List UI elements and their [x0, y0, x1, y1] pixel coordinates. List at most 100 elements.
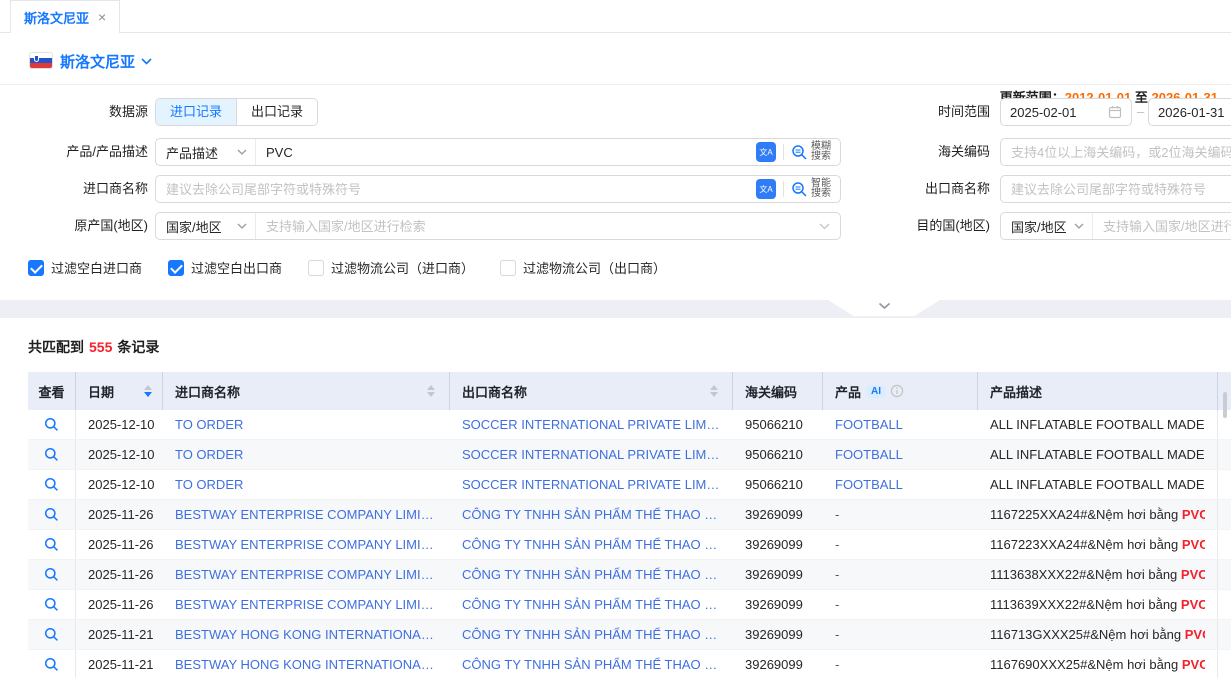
exporter-cell: SOCCER INTERNATIONAL PRIVATE LIMITED [450, 410, 733, 439]
date-cell: 2025-12-10 [76, 470, 163, 499]
sort-icons[interactable] [710, 385, 718, 397]
importer-link[interactable]: TO ORDER [175, 417, 243, 432]
header-exporter[interactable]: 出口商名称 [450, 372, 733, 410]
product-link[interactable]: - [835, 627, 839, 642]
importer-link[interactable]: TO ORDER [175, 477, 243, 492]
checkbox-filter-blank-importer[interactable]: 过滤空白进口商 [28, 258, 142, 277]
hs-code-cell: 95066210 [733, 440, 823, 469]
translate-icon[interactable]: 文A [756, 142, 776, 162]
view-record-button[interactable] [28, 530, 76, 559]
product-link[interactable]: - [835, 537, 839, 552]
hs-code-input[interactable] [1001, 145, 1231, 160]
extra-cell [1218, 620, 1231, 649]
exporter-link[interactable]: CÔNG TY TNHH SẢN PHẨM THỂ THAO GIẢ... [462, 537, 721, 552]
header-date[interactable]: 日期 [76, 372, 163, 410]
calendar-icon [1108, 105, 1122, 119]
product-link[interactable]: - [835, 507, 839, 522]
smart-search-button[interactable]: 智能搜索 [791, 179, 831, 199]
product-search-addons: 文A 模糊搜索 [747, 142, 840, 162]
hs-code-cell: 39269099 [733, 590, 823, 619]
date-cell: 2025-11-21 [76, 650, 163, 678]
table-row: 2025-11-26 BESTWAY ENTERPRISE COMPANY LI… [28, 530, 1231, 560]
view-record-button[interactable] [28, 620, 76, 649]
product-link[interactable]: - [835, 597, 839, 612]
destination-select[interactable]: 国家/地区 [1001, 213, 1093, 239]
collapse-panel-handle[interactable] [828, 300, 940, 316]
importer-link[interactable]: BESTWAY ENTERPRISE COMPANY LIMITED [175, 567, 438, 582]
product-cell: - [823, 650, 978, 678]
tab-slovenia[interactable]: 斯洛文尼亚 × [10, 0, 120, 33]
country-selector[interactable]: 斯洛文尼亚 [60, 51, 152, 72]
origin-select[interactable]: 国家/地区 [156, 213, 256, 239]
checkbox-label: 过滤物流公司（进口商） [331, 258, 474, 277]
origin-group: 国家/地区 [155, 212, 841, 240]
exporter-cell: CÔNG TY TNHH SẢN PHẨM THỂ THAO GIẢ... [450, 650, 733, 678]
view-record-button[interactable] [28, 650, 76, 678]
table-header: 查看 日期 进口商名称 出口商名称 海关编码 产品 AI 产品描述 [28, 372, 1231, 410]
fuzzy-search-button[interactable]: 模糊搜索 [791, 142, 831, 162]
importer-link[interactable]: BESTWAY HONG KONG INTERNATIONAL LI... [175, 657, 438, 672]
product-link[interactable]: - [835, 567, 839, 582]
view-record-button[interactable] [28, 560, 76, 589]
exporter-link[interactable]: CÔNG TY TNHH SẢN PHẨM THỂ THAO GIẢ... [462, 597, 721, 612]
sort-icons[interactable] [427, 385, 435, 397]
product-link[interactable]: - [835, 657, 839, 672]
checkbox-icon[interactable] [500, 260, 516, 276]
smart-search-label: 智能搜索 [811, 179, 831, 199]
product-link[interactable]: FOOTBALL [835, 417, 903, 432]
importer-search-input[interactable] [156, 182, 747, 197]
checkbox-icon[interactable] [28, 260, 44, 276]
importer-link[interactable]: BESTWAY ENTERPRISE COMPANY LIMITED [175, 507, 438, 522]
view-record-button[interactable] [28, 410, 76, 439]
exporter-link[interactable]: CÔNG TY TNHH SẢN PHẨM THỂ THAO GIẢ... [462, 567, 721, 582]
datasource-segmented: 进口记录 出口记录 [155, 98, 318, 126]
product-field-select[interactable]: 产品描述 [156, 139, 256, 165]
sort-icons[interactable] [144, 385, 152, 397]
extra-cell [1218, 560, 1231, 589]
exporter-link[interactable]: CÔNG TY TNHH SẢN PHẨM THỂ THAO GIẢ... [462, 627, 721, 642]
origin-input[interactable] [256, 219, 809, 234]
vertical-scrollbar[interactable] [1223, 392, 1227, 418]
checkbox-filter-logistics-exporter[interactable]: 过滤物流公司（出口商） [500, 258, 666, 277]
view-record-button[interactable] [28, 500, 76, 529]
header-product: 产品 AI [823, 372, 978, 410]
translate-icon[interactable]: 文A [756, 179, 776, 199]
importer-link[interactable]: BESTWAY ENTERPRISE COMPANY LIMITED [175, 597, 438, 612]
view-record-button[interactable] [28, 440, 76, 469]
origin-label: 原产国(地区) [0, 212, 148, 240]
info-icon[interactable] [890, 384, 904, 398]
importer-link[interactable]: BESTWAY HONG KONG INTERNATIONAL LI... [175, 627, 438, 642]
header-importer[interactable]: 进口商名称 [163, 372, 450, 410]
search-panel: 更新范围：2012-01-01 至 2026-01-31 数据源 进口记录 出口… [0, 86, 1231, 300]
product-link[interactable]: FOOTBALL [835, 477, 903, 492]
exporter-link[interactable]: SOCCER INTERNATIONAL PRIVATE LIMITED [462, 477, 721, 492]
exporter-link[interactable]: CÔNG TY TNHH SẢN PHẨM THỂ THAO GIẢ... [462, 507, 721, 522]
checkbox-icon[interactable] [168, 260, 184, 276]
checkbox-icon[interactable] [308, 260, 324, 276]
close-icon[interactable]: × [98, 10, 106, 24]
view-record-button[interactable] [28, 590, 76, 619]
hs-code-input-wrap [1000, 138, 1231, 166]
view-record-button[interactable] [28, 470, 76, 499]
date-start-input[interactable]: 2025-02-01 [1000, 98, 1132, 126]
destination-input[interactable] [1093, 219, 1231, 234]
exporter-link[interactable]: CÔNG TY TNHH SẢN PHẨM THỂ THAO GIẢ... [462, 657, 721, 672]
exporter-link[interactable]: SOCCER INTERNATIONAL PRIVATE LIMITED [462, 447, 721, 462]
product-cell: - [823, 590, 978, 619]
header-view: 查看 [28, 372, 76, 410]
checkbox-filter-logistics-importer[interactable]: 过滤物流公司（进口商） [308, 258, 474, 277]
product-link[interactable]: FOOTBALL [835, 447, 903, 462]
date-cell: 2025-12-10 [76, 440, 163, 469]
importer-link[interactable]: BESTWAY ENTERPRISE COMPANY LIMITED [175, 537, 438, 552]
date-end-input[interactable]: 2026-01-31 [1148, 98, 1231, 126]
importer-link[interactable]: TO ORDER [175, 447, 243, 462]
checkbox-filter-blank-exporter[interactable]: 过滤空白出口商 [168, 258, 282, 277]
product-cell: - [823, 500, 978, 529]
exporter-link[interactable]: SOCCER INTERNATIONAL PRIVATE LIMITED [462, 417, 721, 432]
tab-import-records[interactable]: 进口记录 [156, 99, 236, 125]
extra-cell [1218, 500, 1231, 529]
product-cell: - [823, 620, 978, 649]
tab-export-records[interactable]: 出口记录 [236, 99, 317, 125]
exporter-input[interactable] [1001, 182, 1231, 197]
product-search-input[interactable] [256, 145, 747, 160]
